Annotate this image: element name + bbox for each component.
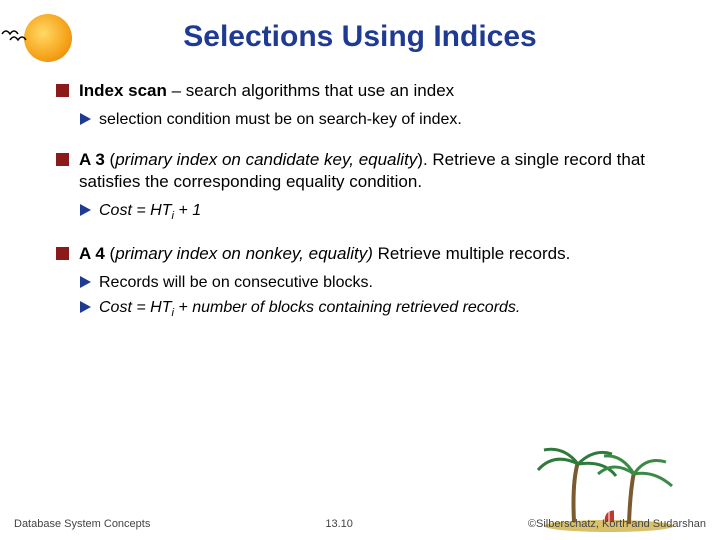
- slide-title: Selections Using Indices: [0, 0, 720, 54]
- bullet-text: A 4 (primary index on nonkey, equality) …: [79, 243, 672, 266]
- footer-left: Database System Concepts: [14, 518, 150, 530]
- triangle-bullet-icon: [80, 276, 91, 288]
- footer-center: 13.10: [325, 518, 353, 530]
- slide-body: Index scan – search algorithms that use …: [0, 54, 720, 322]
- footer-right: ©Silberschatz, Korth and Sudarshan: [528, 518, 706, 530]
- square-bullet-icon: [56, 84, 69, 97]
- bullet-level-2: Cost = HTi + number of blocks containing…: [80, 297, 672, 321]
- triangle-bullet-icon: [80, 204, 91, 216]
- bullet-text: Index scan – search algorithms that use …: [79, 80, 672, 103]
- sub-bullet-text: Cost = HTi + number of blocks containing…: [99, 297, 672, 321]
- square-bullet-icon: [56, 153, 69, 166]
- bullet-level-1: A 4 (primary index on nonkey, equality) …: [56, 243, 672, 266]
- triangle-bullet-icon: [80, 301, 91, 313]
- bullet-level-2: Cost = HTi + 1: [80, 200, 672, 224]
- bullet-level-1: Index scan – search algorithms that use …: [56, 80, 672, 103]
- sub-bullet-text: Records will be on consecutive blocks.: [99, 272, 672, 294]
- triangle-bullet-icon: [80, 113, 91, 125]
- bullet-level-2: Records will be on consecutive blocks.: [80, 272, 672, 294]
- footer: Database System Concepts 13.10 ©Silbersc…: [0, 518, 720, 530]
- birds-decor: [0, 26, 40, 46]
- sub-bullet-text: selection condition must be on search-ke…: [99, 109, 672, 131]
- bullet-text: A 3 (primary index on candidate key, equ…: [79, 149, 672, 195]
- bullet-level-2: selection condition must be on search-ke…: [80, 109, 672, 131]
- square-bullet-icon: [56, 247, 69, 260]
- bullet-level-1: A 3 (primary index on candidate key, equ…: [56, 149, 672, 195]
- sub-bullet-text: Cost = HTi + 1: [99, 200, 672, 224]
